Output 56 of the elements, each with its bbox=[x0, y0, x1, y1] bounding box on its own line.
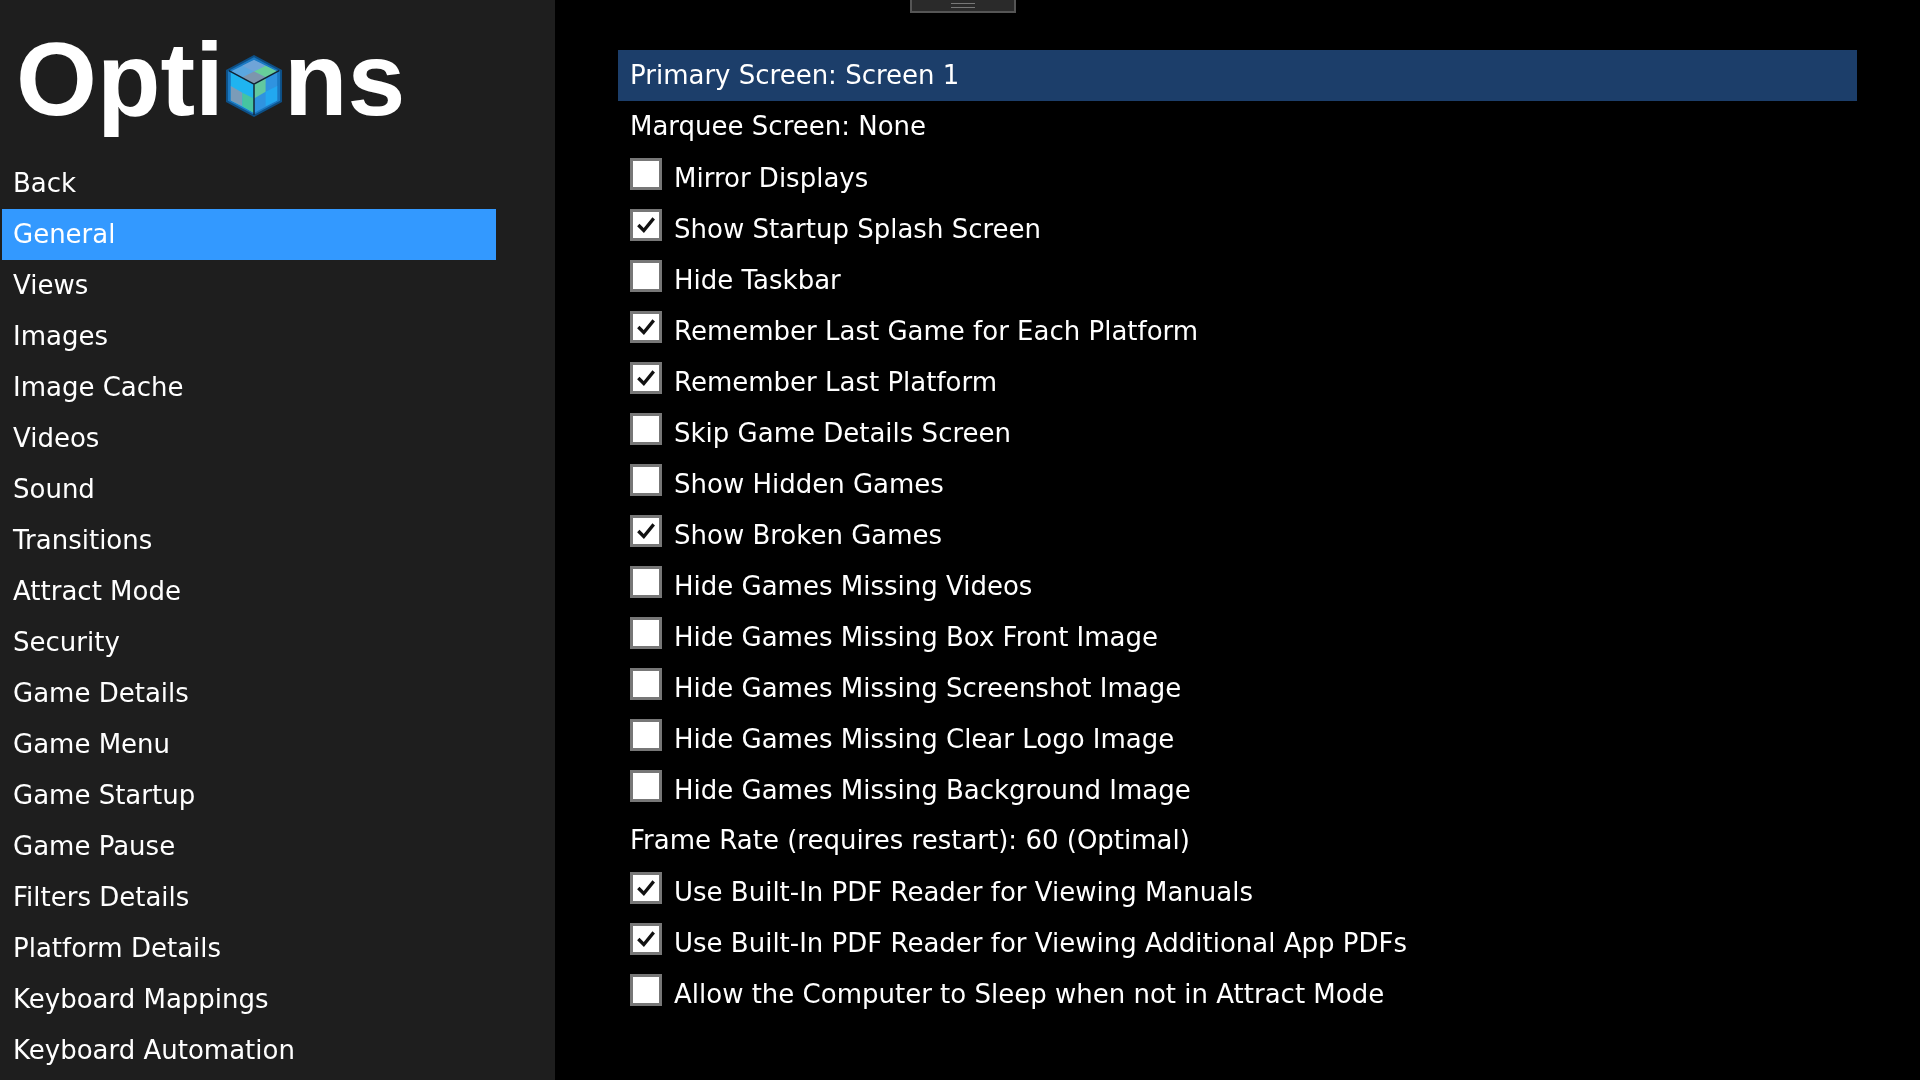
checkbox[interactable] bbox=[630, 718, 662, 751]
checkbox[interactable] bbox=[630, 667, 662, 700]
sidebar-item[interactable]: Attract Mode bbox=[0, 566, 496, 617]
checkbox-label[interactable]: Hide Games Missing Screenshot Image bbox=[674, 672, 1182, 703]
checkbox-label[interactable]: Hide Games Missing Box Front Image bbox=[674, 621, 1159, 652]
sidebar-item[interactable]: Images bbox=[0, 311, 496, 362]
checkbox-label[interactable]: Remember Last Game for Each Platform bbox=[674, 315, 1199, 346]
checkbox[interactable] bbox=[630, 310, 662, 343]
checkbox[interactable] bbox=[630, 922, 662, 955]
logo-text: ns bbox=[283, 20, 406, 139]
checkbox[interactable] bbox=[630, 208, 662, 241]
sidebar-item[interactable]: Back bbox=[0, 158, 496, 209]
checkbox-label[interactable]: Allow the Computer to Sleep when not in Attract Mode bbox=[674, 978, 1385, 1009]
sidebar-item[interactable]: Game Menu bbox=[0, 719, 496, 770]
sidebar-item[interactable]: Game Details bbox=[0, 668, 496, 719]
checkbox-label[interactable]: Skip Game Details Screen bbox=[674, 417, 1011, 448]
sidebar-item[interactable]: Videos bbox=[0, 413, 496, 464]
checkbox-label[interactable]: Mirror Displays bbox=[674, 162, 869, 193]
sidebar-item[interactable]: Game Startup bbox=[0, 770, 496, 821]
sidebar-item[interactable]: Keyboard Mappings bbox=[0, 974, 496, 1025]
checkbox-label[interactable]: Use Built-In PDF Reader for Viewing Manuals bbox=[674, 876, 1253, 907]
checkbox-label[interactable]: Hide Taskbar bbox=[674, 264, 841, 295]
drag-handle[interactable] bbox=[910, 0, 1016, 13]
checkbox[interactable] bbox=[630, 157, 662, 190]
checkbox[interactable] bbox=[630, 871, 662, 904]
sidebar-item[interactable]: Image Cache bbox=[0, 362, 496, 413]
checkbox[interactable] bbox=[630, 514, 662, 547]
checkbox[interactable] bbox=[630, 973, 662, 1006]
checkbox-label[interactable]: Show Startup Splash Screen bbox=[674, 213, 1042, 244]
sidebar-item[interactable]: Security bbox=[0, 617, 496, 668]
checkbox[interactable] bbox=[630, 463, 662, 496]
sidebar-item[interactable]: Sound bbox=[0, 464, 496, 515]
sidebar-item[interactable]: Views bbox=[0, 260, 496, 311]
checkbox-label[interactable]: Hide Games Missing Clear Logo Image bbox=[674, 723, 1175, 754]
checkbox-label[interactable]: Hide Games Missing Background Image bbox=[674, 774, 1191, 805]
checkbox-label[interactable]: Show Hidden Games bbox=[674, 468, 944, 499]
cube-icon bbox=[224, 54, 283, 118]
checkbox[interactable] bbox=[630, 616, 662, 649]
checkbox[interactable] bbox=[630, 769, 662, 802]
checkbox[interactable] bbox=[630, 565, 662, 598]
checkbox[interactable] bbox=[630, 412, 662, 445]
setting-row[interactable]: Primary Screen: Screen 1 bbox=[618, 50, 1857, 101]
sidebar-item[interactable]: Game Pause bbox=[0, 821, 496, 872]
sidebar-item[interactable]: Filters Details bbox=[0, 872, 496, 923]
sidebar-item[interactable]: Keyboard Automation bbox=[0, 1025, 496, 1076]
sidebar-item[interactable]: Transitions bbox=[0, 515, 496, 566]
setting-row[interactable]: Marquee Screen: None bbox=[618, 101, 1857, 152]
checkbox[interactable] bbox=[630, 259, 662, 292]
checkbox-label[interactable]: Remember Last Platform bbox=[674, 366, 998, 397]
sidebar-item[interactable]: Platform Details bbox=[0, 923, 496, 974]
checkbox-label[interactable]: Show Broken Games bbox=[674, 519, 943, 550]
logo-text: Opti bbox=[16, 20, 224, 139]
checkbox[interactable] bbox=[630, 361, 662, 394]
checkbox-label[interactable]: Hide Games Missing Videos bbox=[674, 570, 1033, 601]
checkbox-label[interactable]: Use Built-In PDF Reader for Viewing Additional App PDFs bbox=[674, 927, 1407, 958]
setting-row[interactable]: Frame Rate (requires restart): 60 (Optimal) bbox=[618, 815, 1857, 866]
